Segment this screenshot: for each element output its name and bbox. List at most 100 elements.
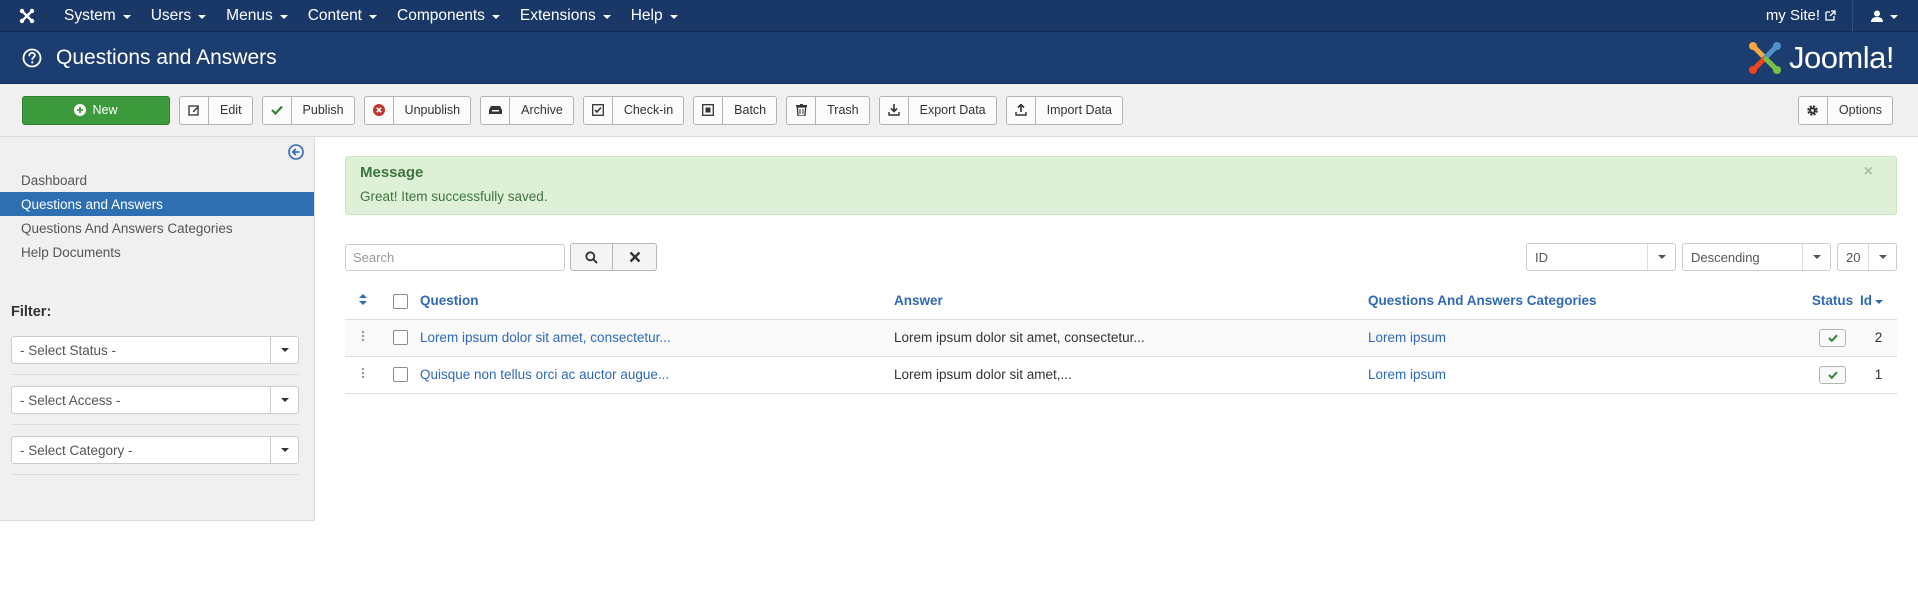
trash-button-label: Trash: [827, 103, 859, 117]
publish-button[interactable]: Publish: [261, 95, 355, 125]
caret-down-icon: [198, 15, 207, 19]
drag-handle-icon: [361, 330, 364, 342]
question-cell: Lorem ipsum dolor sit amet, consectetur.…: [420, 319, 894, 357]
joomla-wordmark: Joomla!: [1788, 39, 1895, 75]
caret-down-icon: [669, 15, 678, 19]
nav-extensions[interactable]: Extensions: [510, 0, 621, 32]
check-icon: [1827, 334, 1838, 342]
question-cell: Quisque non tellus orci ac auctor augue.…: [420, 356, 894, 394]
import-data-button[interactable]: Import Data: [1005, 95, 1123, 125]
search-button[interactable]: [570, 243, 613, 271]
caret-down-icon: [1890, 15, 1898, 19]
category-filter-value: - Select Category -: [20, 442, 133, 458]
nav-help[interactable]: Help: [621, 0, 688, 32]
sort-field-value: ID: [1535, 249, 1548, 265]
nav-content-label: Content: [307, 6, 362, 24]
category-link[interactable]: Lorem ipsum: [1368, 367, 1446, 382]
status-filter-select[interactable]: - Select Status -: [11, 336, 299, 364]
list-limit-select[interactable]: 20: [1837, 243, 1897, 271]
answer-cell: Lorem ipsum dolor sit amet,...: [894, 356, 1368, 394]
row-checkbox[interactable]: [392, 330, 408, 346]
sidebar-nav: Dashboard Questions and Answers Question…: [0, 137, 314, 264]
nav-menus[interactable]: Menus: [216, 0, 298, 32]
nav-users[interactable]: Users: [141, 0, 216, 32]
sort-direction-select[interactable]: Descending: [1682, 243, 1831, 271]
status-column-header[interactable]: Status: [1805, 283, 1860, 320]
ordering-header[interactable]: [345, 283, 380, 320]
chevron-down-icon: [270, 437, 298, 463]
drag-handle-icon: [361, 367, 364, 379]
user-icon: [1871, 10, 1883, 22]
joomla-menu-icon[interactable]: [0, 0, 54, 32]
nav-system-label: System: [64, 6, 116, 24]
sort-controls: ID Descending 20: [1526, 243, 1897, 271]
chevron-down-icon: [270, 387, 298, 413]
sidebar-item-categories[interactable]: Questions And Answers Categories: [0, 216, 314, 240]
archive-button[interactable]: Archive: [480, 95, 574, 125]
status-cell: [1805, 356, 1860, 394]
question-link[interactable]: Quisque non tellus orci ac auctor augue.…: [420, 367, 669, 382]
new-button[interactable]: New: [22, 95, 170, 125]
search-input[interactable]: [345, 243, 565, 271]
status-toggle-button[interactable]: [1819, 328, 1846, 347]
caret-down-icon: [602, 15, 611, 19]
export-data-button[interactable]: Export Data: [878, 95, 997, 125]
options-button[interactable]: Options: [1797, 95, 1893, 125]
status-toggle-button[interactable]: [1819, 365, 1846, 384]
row-checkbox[interactable]: [392, 367, 408, 383]
nav-users-label: Users: [150, 6, 192, 24]
question-link[interactable]: Lorem ipsum dolor sit amet, consectetur.…: [420, 330, 671, 345]
question-column-header[interactable]: Question: [420, 283, 894, 320]
edit-icon: [180, 96, 209, 124]
trash-button[interactable]: Trash: [786, 95, 870, 125]
list-limit-value: 20: [1846, 249, 1861, 265]
sidebar-item-help-documents[interactable]: Help Documents: [0, 240, 314, 264]
drag-handle[interactable]: [345, 356, 380, 394]
status-cell: [1805, 319, 1860, 357]
batch-icon: [694, 96, 724, 124]
user-menu[interactable]: [1852, 0, 1918, 32]
collapse-sidebar-icon[interactable]: [288, 144, 304, 163]
alert-heading: Message: [360, 164, 424, 181]
new-button-label: New: [92, 103, 118, 117]
content-area: Dashboard Questions and Answers Question…: [0, 137, 1918, 521]
nav-content[interactable]: Content: [298, 0, 387, 32]
divider: [11, 474, 299, 475]
clear-search-button[interactable]: [613, 243, 657, 271]
nav-components[interactable]: Components: [387, 0, 510, 32]
my-site-link[interactable]: my Site!: [1766, 7, 1852, 24]
checkin-button[interactable]: Check-in: [582, 95, 685, 125]
options-button-label: Options: [1838, 103, 1882, 117]
upload-icon: [1007, 96, 1036, 124]
category-filter-select[interactable]: - Select Category -: [11, 436, 299, 464]
sidebar-item-questions-and-answers[interactable]: Questions and Answers: [0, 192, 314, 216]
my-site-label: my Site!: [1765, 7, 1820, 24]
divider: [11, 424, 299, 425]
drag-handle[interactable]: [345, 319, 380, 357]
search-icon: [585, 250, 598, 264]
external-link-icon: [1825, 10, 1836, 21]
answer-cell: Lorem ipsum dolor sit amet, consectetur.…: [894, 319, 1368, 357]
edit-button[interactable]: Edit: [179, 95, 253, 125]
chevron-down-icon: [270, 337, 298, 363]
sort-field-select[interactable]: ID: [1526, 243, 1676, 271]
row-select-cell: [380, 319, 420, 357]
select-all-checkbox[interactable]: [392, 293, 408, 309]
answer-column-header[interactable]: Answer: [894, 283, 1368, 320]
caret-down-icon: [279, 15, 288, 19]
access-filter-select[interactable]: - Select Access -: [11, 386, 299, 414]
close-icon[interactable]: ×: [1864, 163, 1873, 181]
sidebar-item-dashboard[interactable]: Dashboard: [0, 168, 314, 192]
nav-system[interactable]: System: [54, 0, 141, 32]
unpublish-button[interactable]: Unpublish: [363, 95, 472, 125]
nav-help-label: Help: [630, 6, 663, 24]
id-column-header[interactable]: Id: [1860, 283, 1897, 320]
caret-down-icon: [491, 15, 500, 19]
id-cell: 1: [1860, 356, 1897, 394]
archive-button-label: Archive: [521, 103, 563, 117]
batch-button[interactable]: Batch: [693, 95, 778, 125]
export-data-label: Export Data: [919, 103, 986, 117]
category-column-header[interactable]: Questions And Answers Categories: [1368, 283, 1805, 320]
category-link[interactable]: Lorem ipsum: [1368, 330, 1446, 345]
caret-down-icon: [1875, 299, 1883, 304]
